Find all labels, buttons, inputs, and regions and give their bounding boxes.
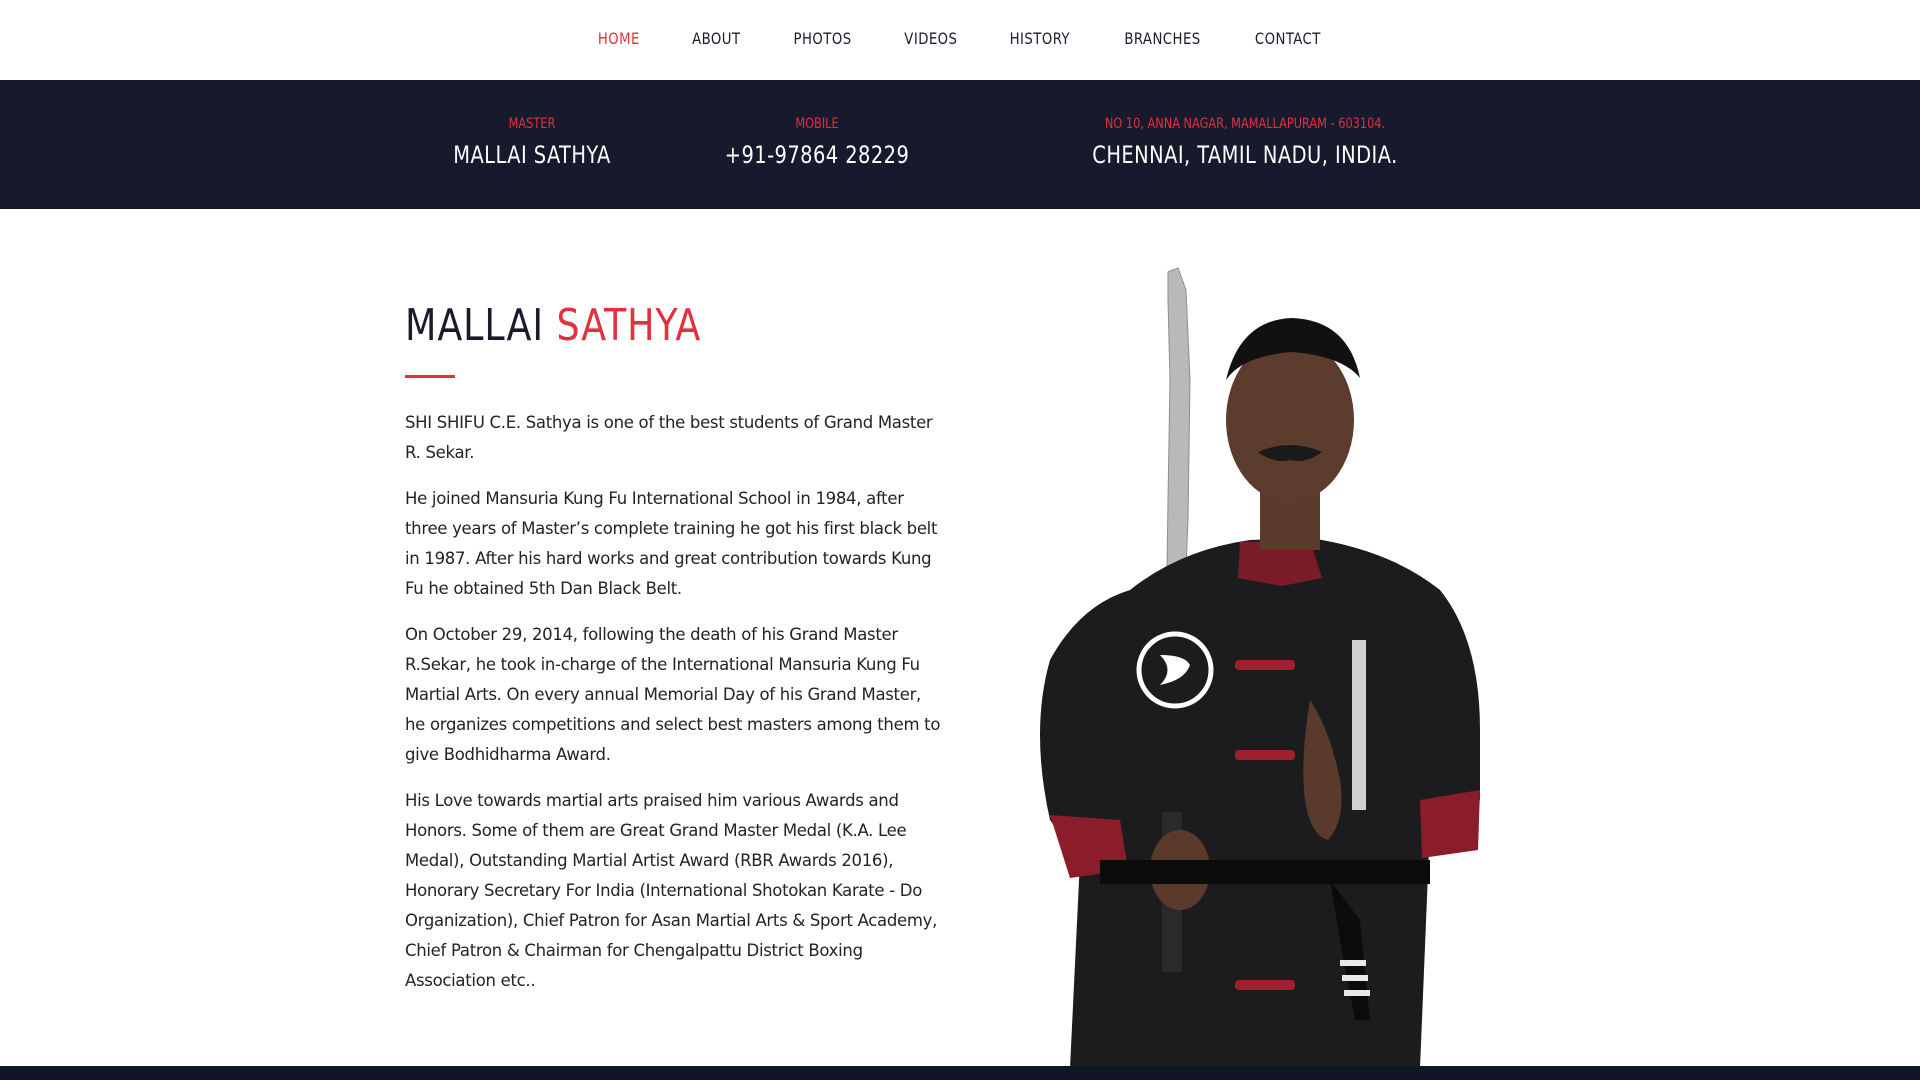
mobile-number[interactable]: +91-97864 28229: [718, 141, 916, 169]
nav-item-contact[interactable]: CONTACT: [1255, 29, 1321, 48]
mobile-label: MOBILE: [795, 116, 839, 132]
about-paragraph-4: His Love towards martial arts praised hi…: [405, 791, 938, 990]
about-paragraph-3: On October 29, 2014, following the death…: [405, 625, 941, 764]
about-paragraph-1: SHI SHIFU C.E. Sathya is one of the best…: [405, 413, 933, 462]
address-info: NO 10, ANNA NAGAR, MAMALLAPURAM - 603104…: [1040, 116, 1450, 169]
nav-item-photos[interactable]: PHOTOS: [793, 29, 851, 48]
address-line: NO 10, ANNA NAGAR, MAMALLAPURAM - 603104…: [1104, 116, 1386, 132]
nav-menu: HOME ABOUT PHOTOS VIDEOS HISTORY BRANCHE…: [0, 29, 1920, 48]
nav-item-home[interactable]: HOME: [598, 29, 640, 48]
master-portrait-image: [1010, 260, 1550, 1068]
nav-item-branches[interactable]: BRANCHES: [1124, 29, 1200, 48]
footer-strip: [0, 1066, 1920, 1080]
nav-item-history[interactable]: HISTORY: [1010, 29, 1070, 48]
master-name: MALLAI SATHYA: [453, 141, 611, 169]
main-nav: HOME ABOUT PHOTOS VIDEOS HISTORY BRANCHE…: [0, 0, 1920, 80]
contact-info-bar: MASTER MALLAI SATHYA MOBILE +91-97864 28…: [0, 80, 1920, 209]
about-section: MALLAI SATHYA SHI SHIFU C.E. Sathya is o…: [405, 300, 945, 1012]
about-paragraph-2: He joined Mansuria Kung Fu International…: [405, 489, 938, 598]
nav-item-videos[interactable]: VIDEOS: [904, 29, 957, 48]
title-first-name: MALLAI: [405, 300, 544, 351]
master-label: MASTER: [508, 116, 556, 132]
nav-item-about[interactable]: ABOUT: [692, 29, 740, 48]
address-city: CHENNAI, TAMIL NADU, INDIA.: [1092, 141, 1398, 169]
page-title: MALLAI SATHYA: [405, 300, 902, 351]
title-last-name: SATHYA: [556, 300, 702, 351]
master-info: MASTER MALLAI SATHYA: [432, 116, 632, 169]
mobile-info: MOBILE +91-97864 28229: [707, 116, 927, 169]
title-underline: [405, 375, 455, 378]
